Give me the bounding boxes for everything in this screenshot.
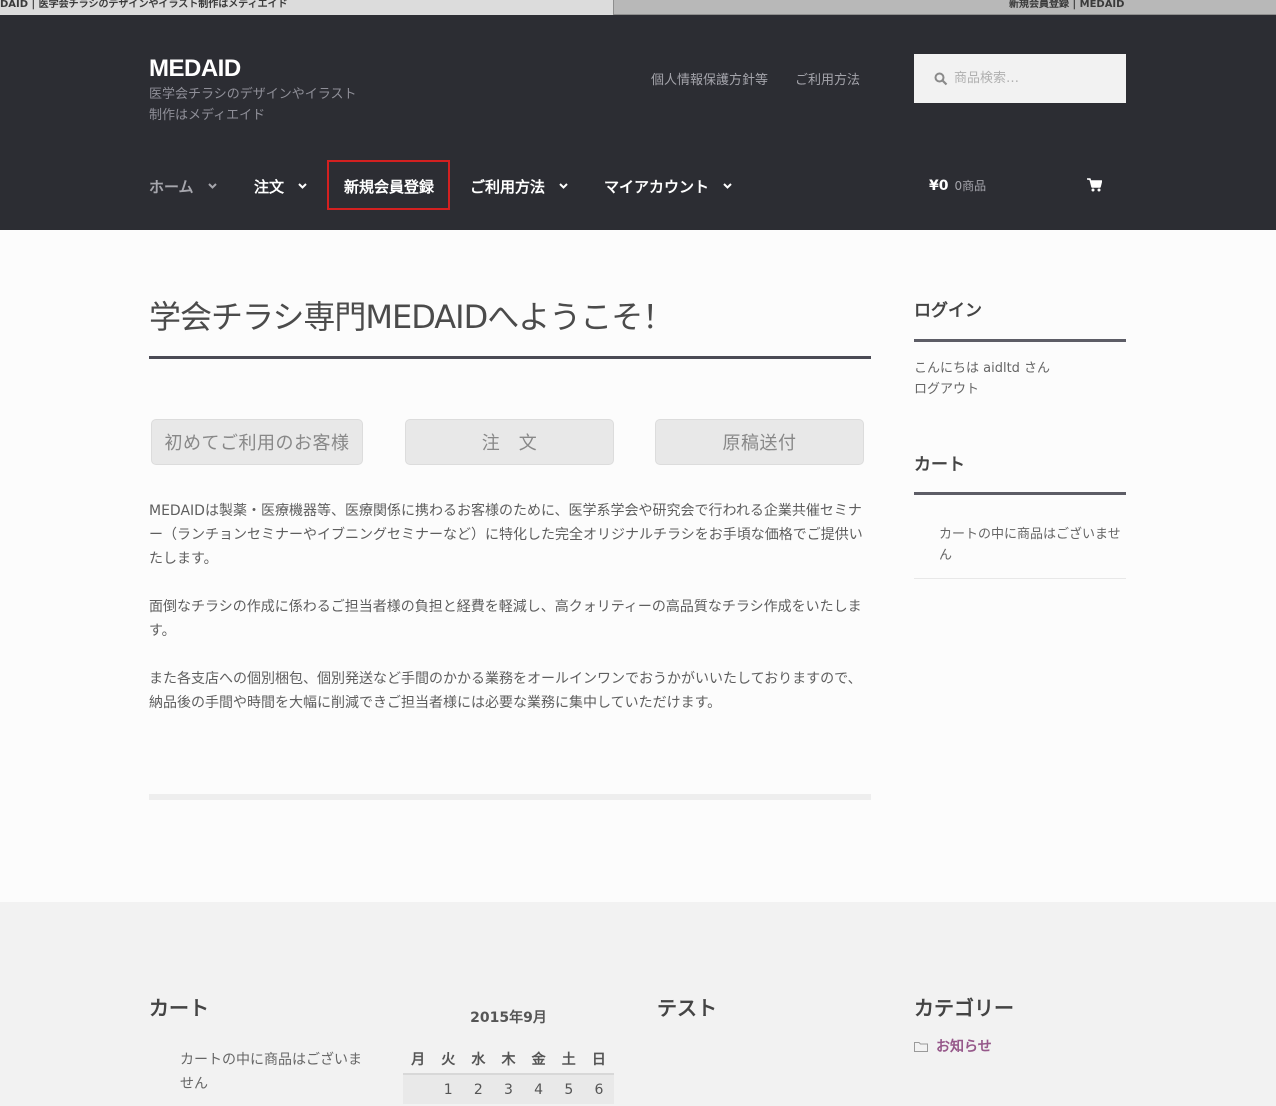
browser-tab-inactive[interactable]: 新規会員登録 | MEDAID — [1009, 0, 1189, 15]
login-greeting: こんにちは aidltd さん — [914, 361, 1051, 376]
header-cart-link[interactable]: ¥0 0商品 — [929, 177, 986, 194]
footer-test-title: テスト — [657, 996, 717, 1020]
secondary-nav-usage[interactable]: ご利用方法 — [795, 69, 860, 88]
sidebar-cart-empty-message: カートの中に商品はございません — [939, 527, 1121, 563]
search-icon — [934, 72, 948, 86]
nav-item-order[interactable]: 注文 — [254, 175, 307, 197]
secondary-nav-privacy[interactable]: 個人情報保護方針等 — [651, 69, 768, 88]
login-widget-title: ログイン — [914, 301, 982, 321]
title-divider — [149, 356, 871, 359]
nav-item-home-label: ホーム — [149, 177, 194, 196]
service-paragraph: また各支店への個別梱包、個別発送など手間のかかる業務をオールインワンでおうかがい… — [149, 671, 862, 711]
calendar-weekday: 土 — [553, 1044, 584, 1075]
shopping-cart-icon[interactable] — [1087, 178, 1102, 192]
benefit-paragraph: 面倒なチラシの作成に係わるご担当者様の負担と経費を軽減し、高クォリティーの高品質… — [149, 599, 862, 639]
calendar-day: 3 — [493, 1074, 524, 1104]
calendar-weekday: 金 — [523, 1044, 554, 1075]
nav-item-home[interactable]: ホーム — [149, 175, 217, 197]
calendar-weekday: 水 — [463, 1044, 494, 1075]
page-title: 学会チラシ専門MEDAIDへようこそ！ — [149, 298, 674, 336]
calendar-day — [403, 1074, 434, 1104]
calendar-table: 月 火 水 木 金 土 日 1 2 3 4 5 6 — [403, 1044, 614, 1104]
site-title-link[interactable]: MEDAID — [149, 55, 241, 83]
nav-item-my-account-label: マイアカウント — [604, 177, 710, 196]
content-divider — [149, 794, 871, 800]
calendar-caption: 2015年9月 — [470, 1010, 547, 1026]
search-input[interactable] — [954, 54, 1119, 103]
chevron-down-icon[interactable] — [207, 183, 217, 189]
calendar-weekday: 月 — [403, 1044, 434, 1075]
nav-item-usage[interactable]: ご利用方法 — [470, 175, 568, 197]
chevron-down-icon[interactable] — [298, 183, 307, 189]
logout-link[interactable]: ログアウト — [914, 379, 979, 400]
calendar-day: 1 — [433, 1074, 464, 1104]
nav-item-my-account[interactable]: マイアカウント — [604, 175, 732, 197]
intro-paragraph: MEDAIDは製薬・医療機器等、医療関係に携わるお客様のために、医学系学会や研究… — [149, 503, 863, 567]
browser-tab-strip: DAID | 医学会チラシのデザインやイラスト制作はメディエイド 新規会員登録 … — [0, 0, 1276, 15]
chevron-down-icon[interactable] — [723, 183, 732, 189]
nav-item-usage-label: ご利用方法 — [470, 177, 546, 196]
highlight-box — [327, 160, 450, 210]
cart-widget-divider — [914, 492, 1126, 495]
nav-item-order-label: 注文 — [254, 177, 285, 196]
calendar-day: 2 — [463, 1074, 494, 1104]
calendar-weekday: 日 — [583, 1044, 614, 1075]
calendar-day: 6 — [583, 1074, 614, 1104]
first-time-customer-button[interactable]: 初めてご利用のお客様 — [151, 419, 363, 465]
footer-cart-title: カート — [149, 996, 209, 1020]
calendar-day: 5 — [553, 1074, 584, 1104]
site-header: MEDAID 医学会チラシのデザインやイラスト制作はメディエイド 個人情報保護方… — [0, 15, 1276, 230]
sidebar-cart-divider — [914, 578, 1126, 579]
cart-total-amount: ¥0 — [929, 178, 949, 194]
folder-icon — [914, 1041, 928, 1052]
order-button[interactable]: 注 文 — [405, 419, 614, 465]
footer-category-title: カテゴリー — [914, 996, 1014, 1020]
site-description: 医学会チラシのデザインやイラスト制作はメディエイド — [149, 87, 357, 123]
footer-cart-empty-message: カートの中に商品はございません — [180, 1052, 362, 1092]
cart-item-count: 0商品 — [954, 179, 987, 193]
chevron-down-icon[interactable] — [559, 183, 568, 189]
site-footer: カート カートの中に商品はございません 2015年9月 月 火 水 木 金 土 … — [0, 902, 1276, 1106]
calendar-weekday: 木 — [493, 1044, 524, 1075]
category-link-label: お知らせ — [936, 1039, 992, 1055]
calendar-weekday: 火 — [433, 1044, 464, 1075]
product-search — [914, 54, 1126, 103]
login-widget-divider — [914, 339, 1126, 342]
cart-widget-title: カート — [914, 455, 965, 475]
category-link-news[interactable]: お知らせ — [914, 1036, 992, 1056]
browser-tab-active[interactable]: DAID | 医学会チラシのデザインやイラスト制作はメディエイド — [0, 0, 614, 15]
calendar-day: 4 — [523, 1074, 554, 1104]
manuscript-submit-button[interactable]: 原稿送付 — [655, 419, 864, 465]
